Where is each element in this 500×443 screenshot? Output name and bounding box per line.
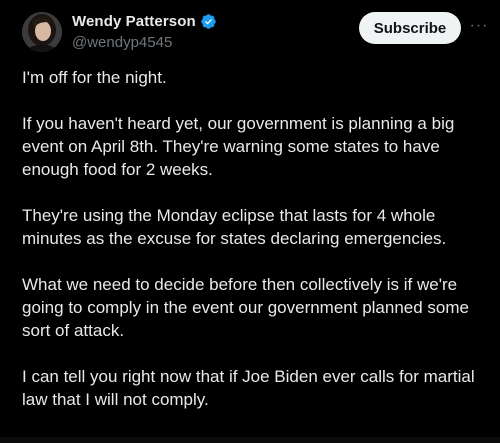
post-paragraph: If you haven't heard yet, our government… (22, 114, 455, 179)
post-paragraph: What we need to decide before then colle… (22, 275, 469, 340)
verified-badge-icon (200, 13, 217, 30)
author-display-name[interactable]: Wendy Patterson (72, 13, 196, 30)
post-paragraph: I'm off for the night. (22, 68, 167, 87)
post-paragraph: They're using the Monday eclipse that la… (22, 206, 447, 248)
avatar[interactable] (22, 12, 62, 52)
more-options-icon[interactable]: ··· (467, 14, 491, 38)
post-paragraph: I can tell you right now that if Joe Bid… (22, 367, 475, 409)
avatar-image (22, 12, 62, 52)
post-card: Wendy Patterson @wendyp4545 Subscribe ··… (0, 0, 500, 443)
author-handle[interactable]: @wendyp4545 (72, 34, 172, 51)
post-text: I'm off for the night. If you haven't he… (22, 66, 488, 411)
subscribe-button[interactable]: Subscribe (359, 12, 461, 44)
divider (0, 437, 500, 443)
author-name-row: Wendy Patterson (72, 13, 217, 30)
